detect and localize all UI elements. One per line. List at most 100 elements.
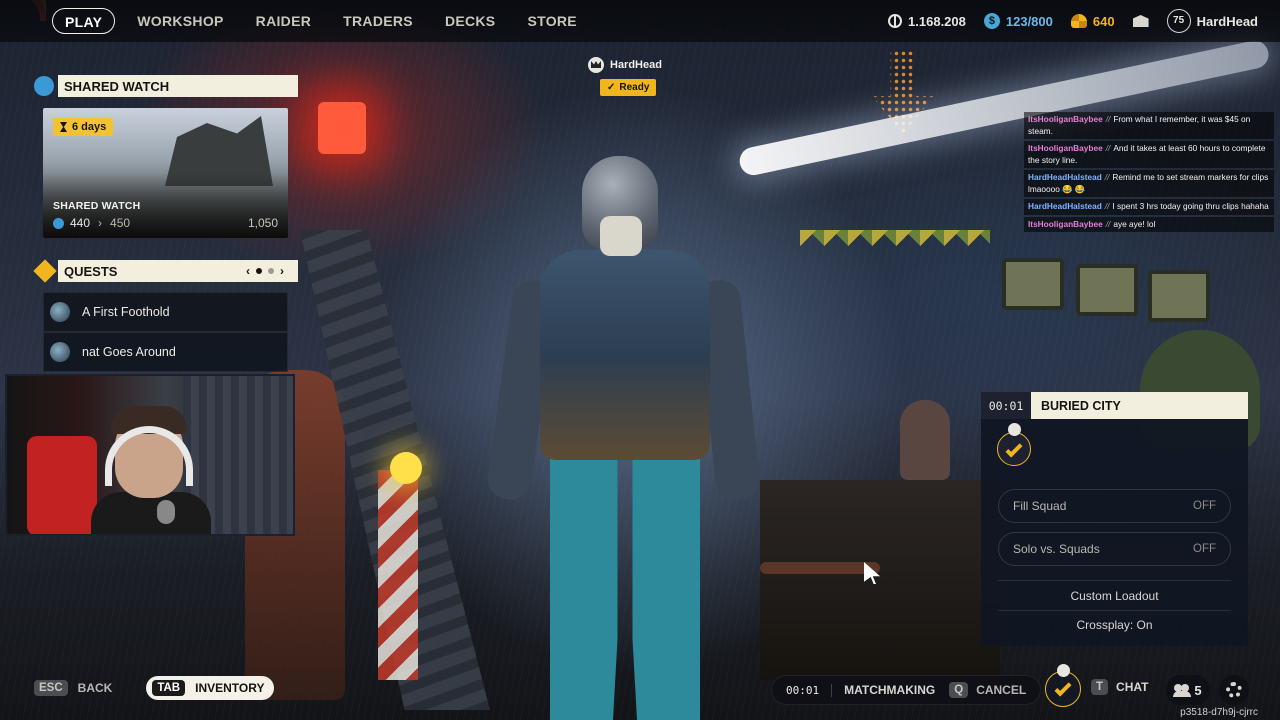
q-key-hint: Q — [949, 682, 969, 698]
chevron-right-icon: › — [98, 216, 103, 230]
chat-separator: // — [1104, 201, 1110, 211]
player-ready-tag: HardHead ✓ Ready — [588, 57, 662, 96]
gear-icon — [1226, 682, 1242, 698]
map-name: BURIED CITY — [1041, 398, 1121, 413]
chat-username: ItsHooliganBaybee — [1028, 218, 1103, 229]
token-icon — [1070, 14, 1087, 28]
streamer-webcam-overlay — [5, 374, 295, 536]
chat-button[interactable]: T CHAT — [1091, 679, 1148, 695]
tokens-value: 640 — [1092, 13, 1115, 29]
bottom-left-actions: ESC BACK TAB INVENTORY — [34, 676, 275, 700]
settings-button[interactable] — [1219, 675, 1249, 705]
microphone — [157, 500, 175, 524]
cancel-button[interactable]: CANCEL — [976, 683, 1026, 697]
quest-item[interactable]: A First Foothold — [43, 292, 288, 332]
chat-separator: // — [1105, 114, 1111, 124]
custom-loadout-button[interactable]: Custom Loadout — [981, 589, 1248, 603]
divider — [998, 580, 1231, 581]
pager-dot-active — [256, 268, 262, 274]
nav-tab-decks[interactable]: DECKS — [429, 8, 512, 34]
matchmaking-label: MATCHMAKING — [844, 683, 936, 697]
profile-button[interactable]: 75 HardHead — [1166, 9, 1258, 33]
matchmaking-bar: 00:01 MATCHMAKING Q CANCEL — [771, 675, 1041, 705]
back-button[interactable]: BACK — [78, 681, 113, 695]
chat-username: HardHeadHalstead — [1028, 201, 1102, 211]
crt-monitor — [1076, 264, 1138, 316]
chat-separator: // — [1105, 218, 1111, 229]
main-nav: PLAY WORKSHOP RAIDER TRADERS DECKS STORE — [52, 8, 593, 34]
squad-member-ready-icon — [997, 423, 1031, 466]
streamer-body — [91, 492, 211, 534]
level-badge: 75 — [1166, 9, 1191, 33]
chat-message: ItsHooliganBaybee//aye aye! lol — [1024, 216, 1274, 232]
quest-title: nat Goes Around — [82, 345, 176, 359]
fill-squad-toggle[interactable]: Fill Squad OFF — [998, 489, 1231, 523]
nav-tab-workshop[interactable]: WORKSHOP — [121, 8, 239, 34]
party-button[interactable]: 5 — [1166, 675, 1210, 705]
esc-key-hint: ESC — [34, 680, 68, 696]
shared-watch-card[interactable]: 6 days SHARED WATCH 440 › 450 1,050 — [43, 108, 288, 238]
chat-text: I spent 3 hrs today going thru clips hah… — [1112, 201, 1269, 211]
chevron-left-icon[interactable]: ‹ — [246, 264, 250, 278]
progress-next: 450 — [110, 216, 131, 230]
quest-giver-avatar — [50, 342, 70, 362]
stream-chat-overlay: ItsHooliganBaybee//From what I remember,… — [1024, 112, 1274, 234]
chat-message: ItsHooliganBaybee//From what I remember,… — [1024, 112, 1274, 139]
crossplay-setting[interactable]: Crossplay: On — [981, 618, 1248, 632]
character-torso — [540, 250, 710, 460]
bartender-npc — [900, 400, 950, 480]
people-icon — [1173, 684, 1192, 697]
quest-title: A First Foothold — [82, 305, 170, 319]
bar-counter — [760, 480, 1000, 680]
shared-watch-progress: 440 › 450 1,050 — [53, 216, 278, 230]
coins-value: 1.168.208 — [908, 13, 966, 29]
chat-username: ItsHooliganBaybee — [1028, 143, 1103, 153]
tokens-stat[interactable]: 640 — [1070, 13, 1115, 29]
hazard-post — [378, 470, 418, 680]
shared-watch-card-title: SHARED WATCH — [53, 200, 141, 212]
credits-value: 123/800 — [1005, 13, 1053, 29]
hourglass-icon — [60, 122, 67, 132]
quests-title: QUESTS — [64, 263, 118, 279]
solo-vs-squads-label: Solo vs. Squads — [1013, 542, 1100, 556]
solo-vs-squads-toggle[interactable]: Solo vs. Squads OFF — [998, 532, 1231, 566]
quest-list: A First Foothold nat Goes Around — [43, 292, 288, 372]
chat-text: aye aye! lol — [1113, 218, 1156, 229]
mail-button[interactable] — [1132, 15, 1149, 27]
credits-stat[interactable]: $ 123/800 — [983, 13, 1053, 29]
shared-watch-title: SHARED WATCH — [64, 78, 170, 94]
days-remaining-badge: 6 days — [53, 118, 114, 136]
inventory-label: INVENTORY — [195, 681, 265, 695]
chat-message: HardHeadHalstead//Remind me to set strea… — [1024, 170, 1274, 197]
chat-message: ItsHooliganBaybee//And it takes at least… — [1024, 141, 1274, 168]
nav-tab-raider[interactable]: RAIDER — [240, 8, 327, 34]
ready-badge: ✓ Ready — [600, 79, 657, 96]
chat-message: HardHeadHalstead//I spent 3 hrs today go… — [1024, 199, 1274, 215]
fill-squad-value: OFF — [1193, 500, 1216, 512]
check-icon — [1005, 440, 1023, 458]
inventory-button[interactable]: TAB INVENTORY — [146, 676, 275, 700]
shared-watch-header[interactable]: SHARED WATCH — [58, 75, 298, 97]
solo-vs-squads-value: OFF — [1193, 543, 1216, 555]
nav-tab-play[interactable]: PLAY — [52, 8, 116, 34]
player-name: HardHead — [610, 59, 662, 71]
match-settings-panel: 00:01 BURIED CITY Fill Squad OFF Solo vs… — [981, 392, 1248, 646]
chat-label: CHAT — [1116, 680, 1149, 694]
coins-stat[interactable]: 1.168.208 — [888, 14, 966, 29]
nav-tab-store[interactable]: STORE — [511, 8, 592, 34]
profile-name: HardHead — [1196, 13, 1258, 29]
quests-pager: ‹ › — [246, 264, 284, 278]
crt-monitor — [1002, 258, 1064, 310]
nav-tab-traders[interactable]: TRADERS — [327, 8, 429, 34]
divider — [998, 610, 1231, 611]
player-name-row: HardHead — [588, 57, 662, 73]
chat-separator: // — [1105, 143, 1111, 153]
progress-max: 1,050 — [247, 216, 278, 230]
chat-username: HardHeadHalstead — [1028, 172, 1102, 182]
pager-dot — [268, 268, 274, 274]
quest-item[interactable]: nat Goes Around — [43, 332, 288, 372]
ready-toggle-button[interactable] — [1045, 664, 1081, 707]
chevron-right-icon[interactable]: › — [280, 264, 284, 278]
party-count: 5 — [1194, 682, 1202, 698]
raider-character — [484, 150, 762, 720]
